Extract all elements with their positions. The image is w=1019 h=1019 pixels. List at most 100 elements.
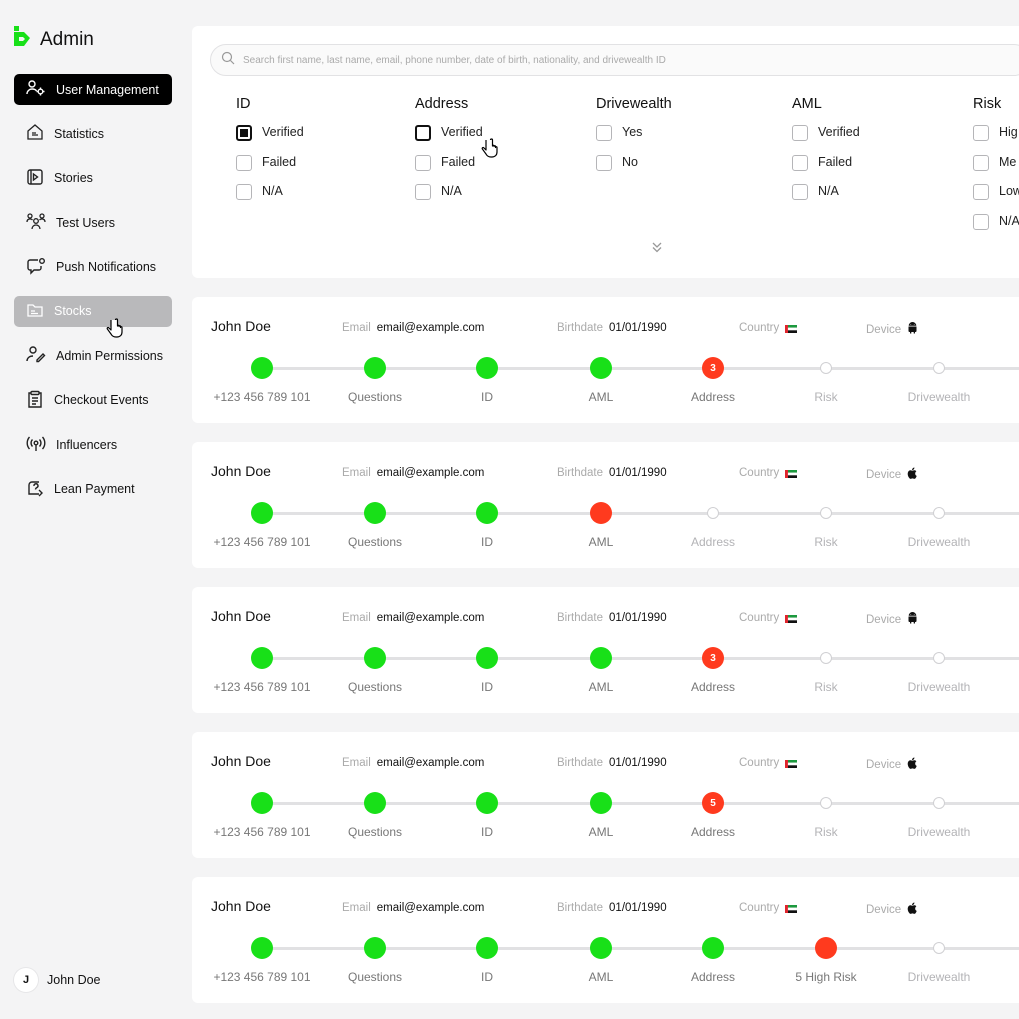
progress-step-error[interactable]: 3 (702, 647, 724, 669)
search-input[interactable] (243, 54, 943, 66)
checkbox[interactable] (236, 125, 252, 141)
progress-step-done[interactable] (590, 357, 612, 379)
user-card[interactable]: John Doe Email email@example.com Birthdate 0… (192, 732, 1019, 858)
filter-option[interactable]: No (596, 154, 672, 185)
progress-step-done[interactable] (476, 502, 498, 524)
checkbox[interactable] (973, 125, 989, 141)
current-user[interactable]: J John Doe (14, 968, 101, 992)
sidebar-item-stories[interactable]: Stories (14, 163, 172, 194)
progress-step-error[interactable]: 3 (702, 357, 724, 379)
checkbox[interactable] (236, 154, 252, 171)
progress-step-done[interactable] (251, 502, 273, 524)
filter-option[interactable]: Hig (973, 125, 1019, 155)
progress-step-done[interactable] (251, 357, 273, 379)
progress-step-done[interactable] (364, 502, 386, 524)
filter-option[interactable]: Low (973, 184, 1019, 214)
app-logo[interactable]: Admin (14, 26, 94, 53)
checkbox[interactable] (792, 184, 808, 200)
sidebar-item-push-notifications[interactable]: Push Notifications (14, 252, 172, 283)
checkbox[interactable] (596, 125, 612, 141)
country-info: Country (739, 612, 798, 624)
checkbox[interactable] (792, 125, 808, 141)
filter-group-aml: AML Verified Failed N/A (792, 96, 860, 214)
sidebar-item-user-management[interactable]: User Management (14, 74, 172, 105)
broadcast-icon (26, 434, 46, 455)
progress-step-pending[interactable] (820, 652, 832, 664)
sidebar-item-stocks[interactable]: Stocks (14, 295, 172, 327)
filter-option[interactable]: Me (973, 154, 1019, 185)
user-card[interactable]: John Doe Email email@example.com Birthdate 0… (192, 297, 1019, 423)
sidebar-item-influencers[interactable]: Influencers (14, 429, 172, 460)
sidebar-item-checkout-events[interactable]: Checkout Events (14, 385, 172, 416)
filter-option[interactable]: Verified (415, 125, 483, 155)
progress-step-pending[interactable] (820, 797, 832, 809)
progress-step-error[interactable] (815, 937, 837, 959)
progress-step-done[interactable] (364, 792, 386, 814)
progress-step-done[interactable] (476, 937, 498, 959)
sidebar-item-test-users[interactable]: Test Users (14, 207, 172, 238)
filter-option[interactable]: Failed (792, 154, 860, 185)
user-card[interactable]: John Doe Email email@example.com Birthdate 0… (192, 587, 1019, 713)
progress-step-done[interactable] (251, 792, 273, 814)
filter-option[interactable]: N/A (236, 184, 304, 214)
progress-step-pending[interactable] (820, 507, 832, 519)
filter-option[interactable]: Failed (236, 154, 304, 185)
progress-step-pending[interactable] (933, 942, 945, 954)
filter-option[interactable]: Yes (596, 125, 672, 155)
filter-option[interactable]: N/A (973, 213, 1019, 244)
progress-step-done[interactable] (476, 357, 498, 379)
sidebar-item-admin-permissions[interactable]: Admin Permissions (14, 340, 172, 371)
progress-step-done[interactable] (251, 937, 273, 959)
progress-step-done[interactable] (590, 647, 612, 669)
user-name[interactable]: John Doe (211, 898, 271, 914)
checkbox[interactable] (973, 213, 989, 230)
progress-step-done[interactable] (702, 937, 724, 959)
user-name[interactable]: John Doe (211, 753, 271, 769)
progress-step-label: +123 456 789 101 (213, 390, 311, 404)
checkbox[interactable] (236, 184, 252, 200)
sidebar-item-lean-payment[interactable]: Lean Payment (14, 474, 172, 505)
filter-option[interactable]: Verified (792, 125, 860, 155)
user-name[interactable]: John Doe (211, 608, 271, 624)
progress-step-pending[interactable] (933, 507, 945, 519)
chevron-double-down-icon[interactable] (650, 240, 664, 259)
progress-step-done[interactable] (251, 647, 273, 669)
checkbox[interactable] (973, 184, 989, 200)
search-bar[interactable] (210, 44, 1019, 76)
checkbox[interactable] (792, 154, 808, 171)
user-card[interactable]: John Doe Email email@example.com Birthdate 0… (192, 442, 1019, 568)
checkbox[interactable] (415, 184, 431, 200)
filter-group-title: AML (792, 96, 822, 112)
progress-step-done[interactable] (590, 792, 612, 814)
progress-step-done[interactable] (476, 792, 498, 814)
checkbox[interactable] (415, 154, 431, 171)
progress-step-done[interactable] (590, 937, 612, 959)
progress-step-done[interactable] (364, 937, 386, 959)
progress-step-pending[interactable] (707, 507, 719, 519)
progress-step-pending[interactable] (933, 362, 945, 374)
user-name[interactable]: John Doe (211, 318, 271, 334)
progress-step-done[interactable] (364, 357, 386, 379)
filter-option[interactable]: Verified (236, 125, 304, 155)
progress-step-done[interactable] (476, 647, 498, 669)
sidebar-item-statistics[interactable]: Statistics (14, 118, 172, 149)
progress-step-label: Questions (347, 535, 403, 549)
progress-step-pending[interactable] (820, 362, 832, 374)
user-name[interactable]: John Doe (211, 463, 271, 479)
progress-step-pending[interactable] (933, 652, 945, 664)
checkbox[interactable] (596, 154, 612, 171)
progress-step-done[interactable] (364, 647, 386, 669)
filter-option[interactable]: Failed (415, 154, 483, 185)
checkbox[interactable] (415, 125, 431, 141)
progress-step-error[interactable] (590, 502, 612, 524)
progress-step-label: Risk (814, 390, 838, 404)
progress-step-label: ID (481, 390, 493, 404)
progress-step-label: ID (481, 535, 493, 549)
filter-option[interactable]: N/A (415, 184, 483, 214)
progress-step-pending[interactable] (933, 797, 945, 809)
filter-option[interactable]: N/A (792, 184, 860, 214)
user-card[interactable]: John Doe Email email@example.com Birthdate 0… (192, 877, 1019, 1003)
progress-step-error[interactable]: 5 (702, 792, 724, 814)
checkbox[interactable] (973, 154, 989, 171)
filter-option-label: Failed (818, 154, 853, 169)
